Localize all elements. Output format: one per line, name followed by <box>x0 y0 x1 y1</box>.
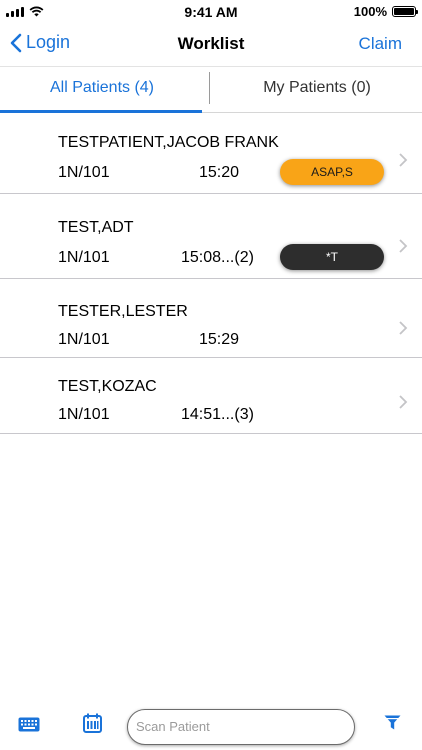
chevron-right-icon <box>399 239 408 253</box>
patient-name: TESTER,LESTER <box>58 303 188 320</box>
status-bar: 9:41 AM 100% <box>0 0 422 24</box>
patient-location: 1N/101 <box>58 406 110 423</box>
tab-divider <box>209 72 210 104</box>
patient-time: 14:51...(3) <box>181 406 254 423</box>
patient-name: TEST,KOZAC <box>58 378 157 395</box>
battery-percent: 100% <box>353 4 387 19</box>
navigation-bar: Login Worklist Claim <box>0 24 422 67</box>
patient-row[interactable]: TESTPATIENT,JACOB FRANK 1N/101 15:20 ASA… <box>0 113 422 194</box>
patient-location: 1N/101 <box>58 249 110 266</box>
patient-location: 1N/101 <box>58 164 110 181</box>
claim-button[interactable]: Claim <box>359 34 402 54</box>
battery-status: 100% <box>353 4 418 19</box>
bottom-toolbar: Scan Patient <box>0 704 422 750</box>
priority-badge: *T <box>280 244 384 270</box>
patient-tabs: All Patients (4) My Patients (0) <box>0 66 422 113</box>
patient-row[interactable]: TESTER,LESTER 1N/101 15:29 <box>0 279 422 358</box>
chevron-right-icon <box>399 153 408 167</box>
filter-icon[interactable] <box>384 715 401 730</box>
patient-row[interactable]: TEST,KOZAC 1N/101 14:51...(3) <box>0 358 422 434</box>
keyboard-icon[interactable] <box>18 717 40 732</box>
patient-location: 1N/101 <box>58 331 110 348</box>
patient-name: TESTPATIENT,JACOB FRANK <box>58 134 279 151</box>
patient-list: TESTPATIENT,JACOB FRANK 1N/101 15:20 ASA… <box>0 113 422 434</box>
chevron-right-icon <box>399 321 408 335</box>
calendar-icon[interactable] <box>83 713 102 733</box>
patient-time: 15:29 <box>199 331 240 348</box>
priority-badge: ASAP,S <box>280 159 384 185</box>
patient-time: 15:08...(2) <box>181 249 254 266</box>
chevron-right-icon <box>399 395 408 409</box>
patient-row[interactable]: TEST,ADT 1N/101 15:08...(2) *T <box>0 194 422 279</box>
battery-icon <box>392 6 418 17</box>
tab-my-patients[interactable]: My Patients (0) <box>212 66 422 112</box>
patient-time: 15:20 <box>199 164 240 181</box>
patient-name: TEST,ADT <box>58 219 134 236</box>
tab-all-patients[interactable]: All Patients (4) <box>0 66 204 113</box>
scan-patient-field[interactable]: Scan Patient <box>127 709 355 745</box>
